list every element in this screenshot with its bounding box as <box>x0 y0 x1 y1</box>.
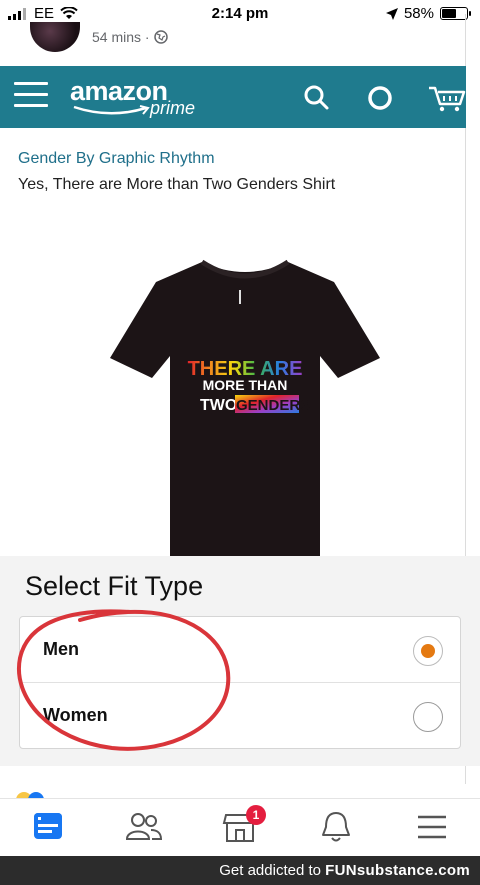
fit-type-heading: Select Fit Type <box>25 571 204 601</box>
friends-icon[interactable] <box>124 809 164 845</box>
notification-badge: 1 <box>246 805 266 825</box>
radio-unselected[interactable] <box>413 702 443 732</box>
amazon-header: amazon prime <box>0 66 466 128</box>
product-image[interactable]: THERE ARE MORE THAN TWO GENDERS <box>108 258 382 556</box>
fit-type-panel: Select Fit Type Men Women <box>0 556 480 766</box>
shirt-print-line3b: GENDERS <box>236 397 310 414</box>
logo-prime-text: prime <box>150 98 196 118</box>
menu-icon[interactable] <box>412 809 452 845</box>
search-icon[interactable] <box>300 82 332 114</box>
alexa-icon[interactable] <box>364 82 396 114</box>
watermark-prefix: Get addicted to <box>219 862 321 879</box>
screenshot: EE 2:14 pm 58% 54 mins · amazon prime Ge… <box>0 0 480 885</box>
watermark-text: Get addicted to FUNsubstance.com <box>219 862 470 879</box>
notifications-icon[interactable] <box>316 809 356 845</box>
cart-icon[interactable] <box>428 82 466 114</box>
fit-option-women[interactable]: Women <box>20 683 460 749</box>
news-feed-icon[interactable] <box>28 809 68 845</box>
shirt-print-line2: MORE THAN <box>203 377 288 393</box>
fit-option-men[interactable]: Men <box>20 617 460 683</box>
shirt-print-line3a: TWO <box>200 397 237 414</box>
reactions-row[interactable] <box>16 778 466 808</box>
brand-link[interactable]: Gender By Graphic Rhythm <box>18 150 215 168</box>
marketplace-icon[interactable]: 1 <box>220 805 266 845</box>
facebook-bottom-nav: 1 <box>0 798 480 856</box>
watermark-bar: Get addicted to FUNsubstance.com <box>0 856 480 885</box>
amazon-prime-logo[interactable]: amazon prime <box>70 76 210 120</box>
fit-option-label: Women <box>43 705 108 725</box>
smile-arrow-icon <box>73 105 150 115</box>
watermark-brand: FUNsubstance.com <box>325 862 470 879</box>
radio-selected[interactable] <box>413 636 443 666</box>
fit-type-options: Men Women <box>19 616 461 749</box>
fit-option-label: Men <box>43 639 79 659</box>
menu-icon[interactable] <box>14 82 48 110</box>
product-title: Yes, There are More than Two Genders Shi… <box>18 176 336 193</box>
